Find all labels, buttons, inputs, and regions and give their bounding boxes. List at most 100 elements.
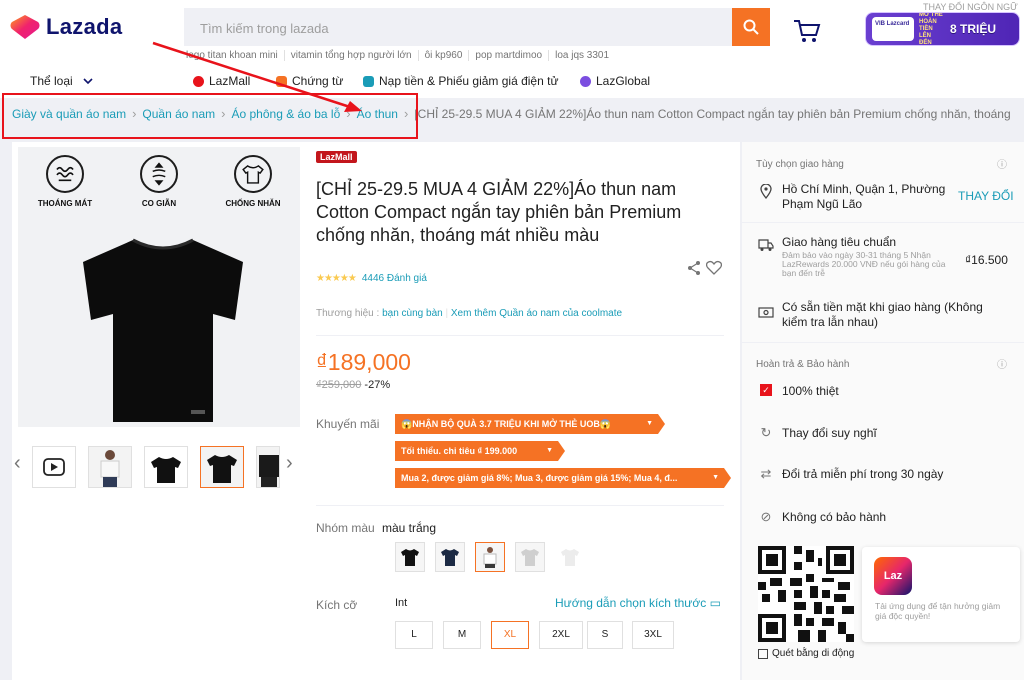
qr-code-icon[interactable] (758, 546, 854, 642)
wishlist-heart-icon[interactable] (706, 260, 722, 275)
thumbnail-prev-arrow[interactable]: ‹ (14, 452, 21, 475)
product-info: LazMall [CHỈ 25-29.5 MUA 4 GIẢM 22%]Áo t… (304, 142, 740, 680)
delivery-panel: Tùy chọn giao hàng ⓘ Hồ Chí Minh, Quận 1… (742, 142, 1024, 680)
qr-scan-label: Quét bằng di động (758, 648, 854, 659)
color-swatch-white-selected[interactable] (475, 542, 505, 572)
color-swatch-gray[interactable] (515, 542, 545, 572)
category-dropdown[interactable]: Thể loại (30, 74, 93, 88)
thumbnail-image[interactable] (144, 446, 188, 488)
size-option-selected[interactable]: XL (491, 621, 529, 649)
promotion-tag[interactable]: 😱NHẬN BỘ QUÀ 3.7 TRIỆU KHI MỞ THẺ UOB😱 ▼ (395, 414, 665, 434)
caret-down-icon: ▼ (712, 474, 719, 481)
brand-label: Thương hiệu : (316, 308, 380, 319)
search-icon (743, 19, 759, 35)
return-truck-icon: ⇄ (760, 466, 772, 481)
feature-label: THOÁNG MÁT (37, 199, 93, 208)
size-label: Kích cỡ (316, 598, 358, 612)
search-input[interactable]: Tìm kiếm trong lazada (184, 8, 732, 46)
rating-count-link[interactable]: 4446 Đánh giá (362, 273, 427, 284)
size-option[interactable]: 3XL (632, 621, 674, 649)
promotion-text: Tối thiểu. chi tiêu ₫ 199.000 (401, 446, 518, 456)
main-product-image[interactable]: THOÁNG MÁT CO GIÃN CHỐNG NHĂN (18, 147, 300, 427)
logo-text: Lazada (46, 14, 123, 39)
suggestion-link[interactable]: ôi kp960 (419, 50, 470, 61)
divider (742, 342, 1024, 343)
promotion-tag[interactable]: Mua 2, được giảm giá 8%; Mua 3, được giả… (395, 468, 731, 488)
cod-option: Có sẵn tiền mặt khi giao hàng (Không kiể… (782, 300, 983, 329)
lazglobal-icon (580, 75, 591, 87)
size-option[interactable]: 2XL (539, 621, 583, 649)
nav-label: LazMall (209, 74, 251, 88)
nav-label: Nạp tiền & Phiếu giảm giá điện tử (379, 74, 559, 88)
truck-icon (758, 237, 774, 253)
discount-percent: -27% (364, 379, 391, 391)
cash-icon (758, 304, 774, 320)
size-option[interactable]: M (443, 621, 481, 649)
stretch-icon (140, 155, 178, 193)
divider (742, 222, 1024, 223)
promotion-tag[interactable]: Tối thiểu. chi tiêu ₫ 199.000 ▼ (395, 441, 565, 461)
cash-svg (758, 307, 774, 318)
no-warranty-icon: ⊘ (760, 509, 772, 524)
promotion-text: 😱NHẬN BỘ QUÀ 3.7 TRIỆU KHI MỞ THẺ UOB😱 (401, 419, 612, 429)
info-icon[interactable]: ⓘ (997, 356, 1007, 371)
lazmall-icon (193, 75, 204, 87)
size-option[interactable]: S (587, 621, 623, 649)
divider (316, 505, 724, 506)
vib-promo-banner[interactable]: VIB Lazcard MỞ THẺ HOÀN TIỀN LÊN ĐẾN 8 T… (865, 12, 1020, 46)
product-title: [CHỈ 25-29.5 MUA 4 GIẢM 22%]Áo thun nam … (316, 179, 682, 245)
shipping-fee: ₫16.500 (965, 253, 1008, 267)
breadcrumb-current: [CHỈ 25-29.5 MUA 4 GIẢM 22%]Áo thun nam … (414, 106, 1012, 121)
thumbnail-strip: ‹ › (12, 438, 304, 492)
size-option[interactable]: L (395, 621, 433, 649)
play-video-icon (43, 458, 65, 476)
thumbnail-image-selected[interactable] (200, 446, 244, 488)
thumbnail-image[interactable] (88, 446, 132, 488)
share-icon[interactable] (686, 260, 702, 276)
standard-delivery: Giao hàng tiêu chuẩn (782, 235, 897, 249)
vib-card: VIB Lazcard (872, 17, 914, 41)
feature-icons: THOÁNG MÁT CO GIÃN CHỐNG NHĂN (18, 155, 300, 208)
thumbnail-next-arrow[interactable]: › (286, 452, 293, 475)
change-location-link[interactable]: THAY ĐỔI (958, 189, 1014, 203)
tshirt-swatch-icon (483, 547, 497, 568)
suggestion-link[interactable]: loa jqs 3301 (549, 50, 615, 61)
color-swatch-white[interactable] (555, 542, 585, 572)
brand-link[interactable]: bạn cùng bàn (382, 308, 443, 319)
size-guide-link[interactable]: Hướng dẫn chọn kích thước ▭ (555, 596, 721, 610)
black-shirt-thumbnail (207, 455, 237, 483)
app-download-card[interactable]: Laz Tải ứng dụng để tận hưởng giảm giá đ… (862, 547, 1020, 642)
location-pin-icon (758, 183, 774, 199)
delivery-header: Tùy chọn giao hàng (756, 159, 844, 170)
authentic-guarantee: 100% thiệt (782, 384, 839, 398)
change-of-mind: Thay đổi suy nghĩ (782, 426, 877, 440)
nav-vouchers[interactable]: Chứng từ (276, 74, 343, 88)
free-return: Đổi trả miễn phí trong 30 ngày (782, 467, 944, 481)
nav-lazmall[interactable]: LazMall (193, 74, 250, 88)
lazada-logo[interactable]: Lazada (10, 14, 122, 40)
color-swatch-navy[interactable] (435, 542, 465, 572)
tshirt-image (83, 238, 243, 422)
return-header: Hoàn trả & Bảo hành (756, 359, 850, 370)
app-download-text: Tải ứng dụng để tận hưởng giảm giá độc q… (875, 601, 1001, 621)
cart-icon[interactable] (793, 18, 821, 44)
change-language[interactable]: THAY ĐỔI NGÔN NGỮ (923, 2, 1018, 12)
suggestion-link[interactable]: vitamin tổng hợp người lớn (285, 50, 419, 61)
nav-lazglobal[interactable]: LazGlobal (580, 74, 650, 88)
brand-more-link[interactable]: Xem thêm Quần áo nam của coolmate (451, 308, 622, 319)
info-icon[interactable]: ⓘ (997, 156, 1007, 171)
feature-wrinkle-free: CHỐNG NHĂN (213, 155, 293, 208)
shirt-tag (191, 410, 205, 414)
color-label: Nhóm màu (316, 521, 375, 535)
topup-icon (363, 75, 374, 87)
search-button[interactable] (732, 8, 770, 46)
thumbnail-image[interactable] (256, 446, 280, 488)
thumbnail-video[interactable] (32, 446, 76, 488)
rating-stars: ★★★★★ (316, 273, 357, 284)
feature-label: CHỐNG NHĂN (225, 199, 281, 208)
suggestion-link[interactable]: pop martdimoo (469, 50, 550, 61)
nav-topup[interactable]: Nạp tiền & Phiếu giảm giá điện tử (363, 74, 558, 88)
suggestion-link[interactable]: lego titan khoan mini (186, 50, 285, 61)
color-swatch-black[interactable] (395, 542, 425, 572)
feature-label: CO GIÃN (141, 199, 177, 208)
